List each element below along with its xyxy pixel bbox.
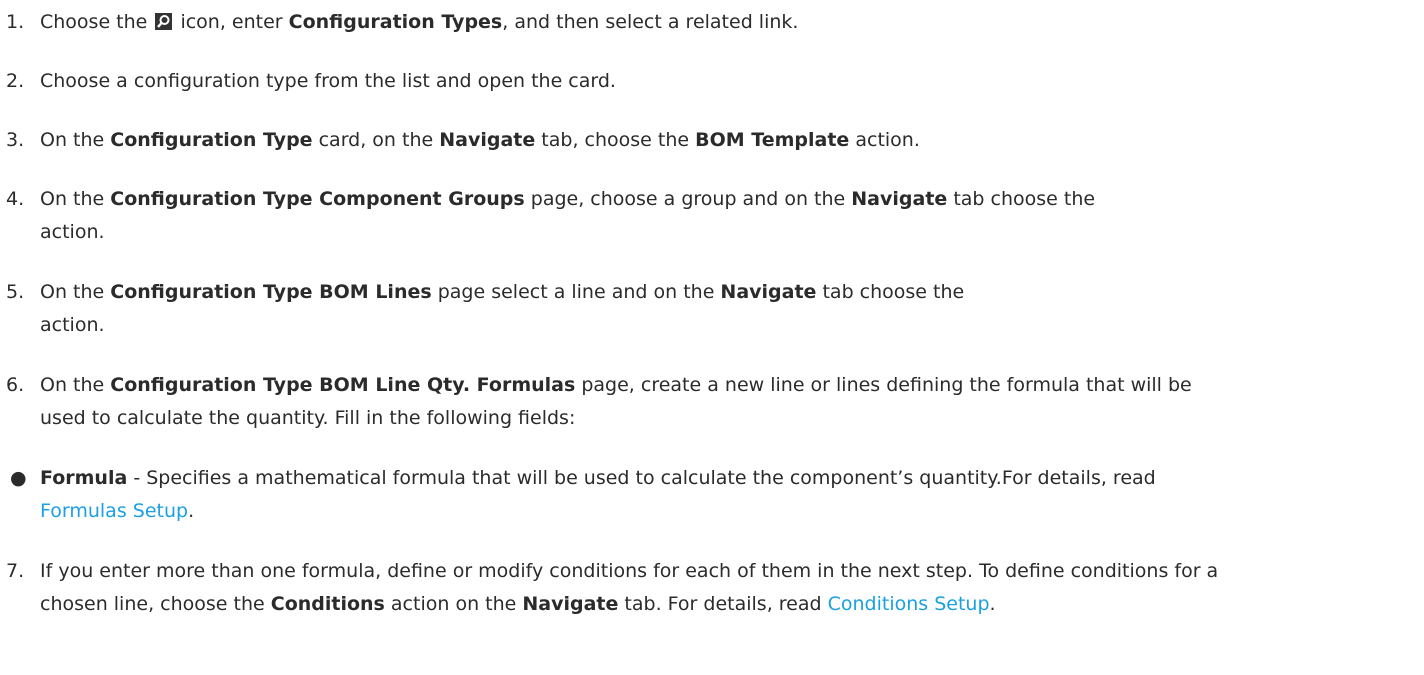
- ui-term: BOM Template: [695, 129, 850, 151]
- ui-term: Conditions: [270, 593, 385, 615]
- conditions-setup-link[interactable]: Conditions Setup: [828, 593, 990, 615]
- step-2: 2. Choose a configuration type from the l…: [6, 65, 1416, 98]
- ui-term: Configuration Type BOM Line Qty. Formula…: [110, 374, 576, 396]
- step-6: 6. On the Configuration Type BOM Line Qty…: [6, 369, 1416, 435]
- step-4: 4. On the Configuration Type Component Gr…: [6, 183, 1416, 249]
- step-number: 4.: [6, 188, 25, 210]
- ui-term: Configuration Types: [288, 11, 503, 33]
- step-number: 1.: [6, 11, 25, 33]
- field-term: Formula: [40, 467, 128, 489]
- ui-term: Navigate: [720, 281, 817, 303]
- ui-term: Navigate: [522, 593, 619, 615]
- step-number: 5.: [6, 281, 25, 303]
- step-7: 7. If you enter more than one formula, de…: [6, 555, 1416, 621]
- bullet-marker: ●: [10, 467, 27, 489]
- ui-term: Navigate: [439, 129, 536, 151]
- ui-term: Configuration Type Component Groups: [110, 188, 525, 210]
- step-number: 2.: [6, 70, 25, 92]
- step-number: 6.: [6, 374, 25, 396]
- bullet-formula: ● Formula - Specifies a mathematical form…: [6, 462, 1416, 528]
- step-number: 3.: [6, 129, 25, 151]
- step-5: 5. On the Configuration Type BOM Lines pa…: [6, 276, 1416, 342]
- ui-term: Configuration Type BOM Lines: [110, 281, 432, 303]
- search-icon: [155, 13, 173, 30]
- document-body: 1. Choose the icon, enter Configuration T…: [0, 0, 1424, 675]
- ui-term: Navigate: [851, 188, 948, 210]
- step-number: 7.: [6, 560, 25, 582]
- formulas-setup-link[interactable]: Formulas Setup: [40, 500, 188, 522]
- ui-term: Configuration Type: [110, 129, 313, 151]
- step-1: 1. Choose the icon, enter Configuration T…: [6, 6, 1416, 39]
- step-3: 3. On the Configuration Type card, on the…: [6, 124, 1416, 157]
